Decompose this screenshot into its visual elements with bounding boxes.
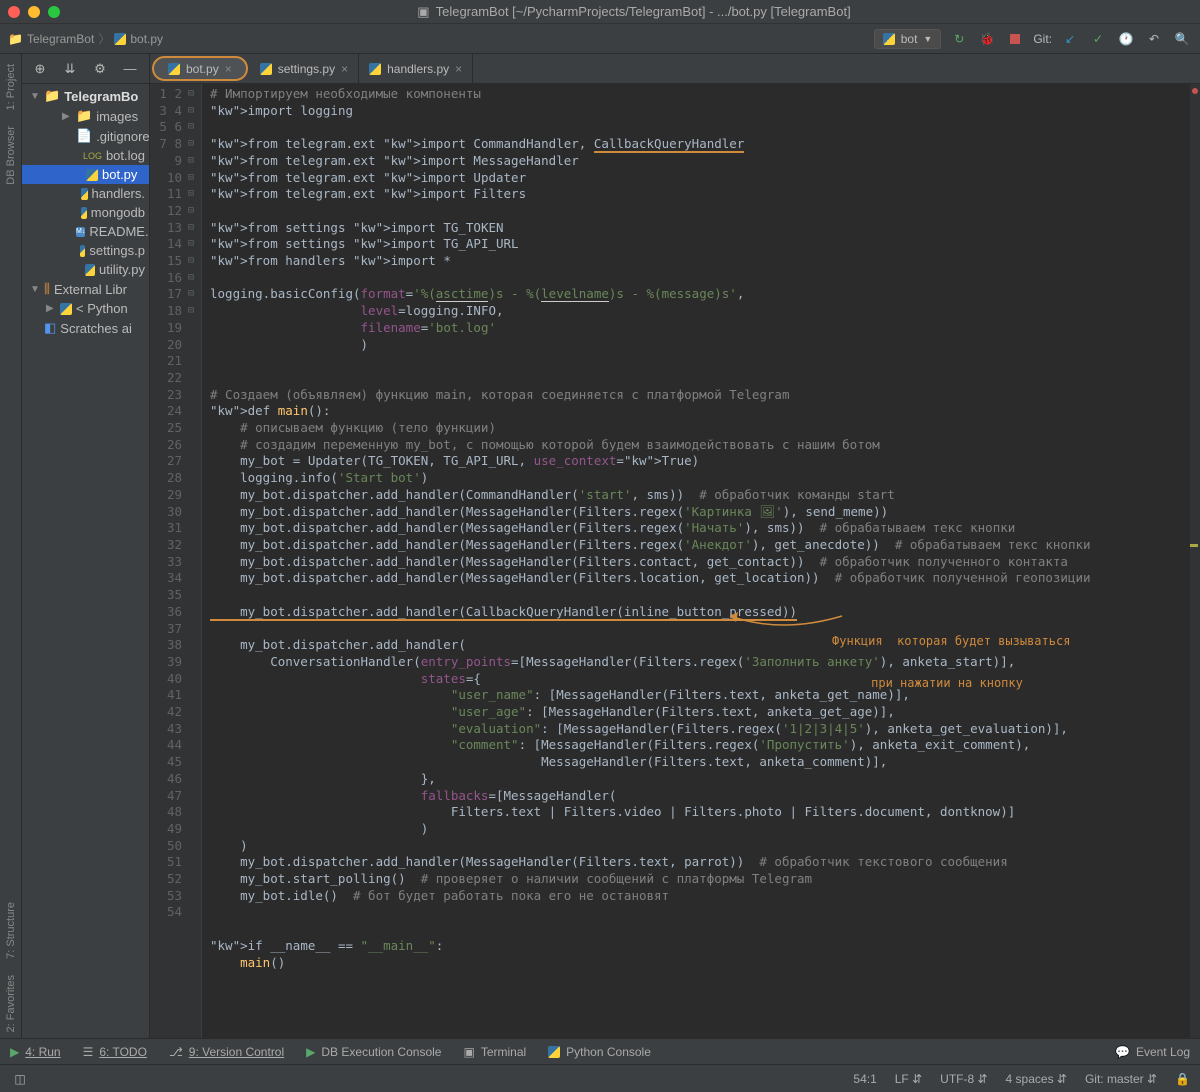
tree-scratches[interactable]: ◧ Scratches ai: [22, 318, 149, 338]
line-number-gutter: 1 2 3 4 5 6 7 8 9 10 11 12 13 14 15 16 1…: [150, 84, 188, 1038]
status-lock-icon[interactable]: 🔒: [1175, 1072, 1190, 1086]
tree-external-libs[interactable]: ▼⫼ External Libr: [22, 279, 149, 299]
tree-item[interactable]: handlers.: [22, 184, 149, 203]
structure-tool-tab[interactable]: 7: Structure: [3, 896, 19, 965]
tool-db[interactable]: ▶DB Execution Console: [306, 1045, 441, 1059]
bottom-tool-bar: ▶4: Run ☰6: TODO ⎇9: Version Control ▶DB…: [0, 1038, 1200, 1064]
editor-tab[interactable]: settings.py×: [250, 54, 359, 83]
tree-python-env[interactable]: ▶ < Python: [22, 299, 149, 318]
tree-toolbar: ⊕ ⇊ ⚙ —: [22, 54, 149, 84]
stop-button[interactable]: [1005, 29, 1025, 49]
vcs-history-button[interactable]: 🕐: [1116, 29, 1136, 49]
db-browser-tool-tab[interactable]: DB Browser: [3, 120, 19, 191]
python-file-icon: [260, 63, 272, 75]
git-label: Git:: [1033, 32, 1052, 46]
status-git-branch[interactable]: Git: master ⇵: [1085, 1072, 1157, 1086]
tool-run[interactable]: ▶4: Run: [10, 1045, 61, 1059]
python-file-icon: [114, 33, 126, 45]
folder-icon: 📁: [8, 32, 23, 46]
close-window-button[interactable]: [8, 6, 20, 18]
tool-vcs[interactable]: ⎇9: Version Control: [169, 1045, 284, 1059]
minimize-window-button[interactable]: [28, 6, 40, 18]
close-tab-icon[interactable]: ×: [341, 62, 348, 76]
navigation-bar: 📁 TelegramBot 〉 bot.py bot ▼ ↻ 🐞 Git: ↙ …: [0, 24, 1200, 54]
editor-area: bot.py×settings.py×handlers.py× 1 2 3 4 …: [150, 54, 1200, 1038]
status-line-separator[interactable]: LF ⇵: [895, 1072, 922, 1086]
editor-tab[interactable]: handlers.py×: [359, 54, 473, 83]
python-file-icon: [369, 63, 381, 75]
error-stripe[interactable]: [1190, 84, 1200, 1038]
debug-button[interactable]: 🐞: [977, 29, 997, 49]
vcs-update-button[interactable]: ↙: [1060, 29, 1080, 49]
tree-content: ▼📁 TelegramBo ▶📁images📄.gitignoreLOGbot.…: [22, 84, 149, 340]
tree-item[interactable]: ▶📁images: [22, 106, 149, 126]
run-button[interactable]: ↻: [949, 29, 969, 49]
vcs-commit-button[interactable]: ✓: [1088, 29, 1108, 49]
breadcrumb-file[interactable]: bot.py: [114, 32, 163, 46]
app-icon: ▣: [417, 4, 429, 20]
project-tree-panel: ⊕ ⇊ ⚙ — ▼📁 TelegramBo ▶📁images📄.gitignor…: [22, 54, 150, 1038]
tool-python-console[interactable]: Python Console: [548, 1045, 651, 1059]
vcs-revert-button[interactable]: ↶: [1144, 29, 1164, 49]
close-tab-icon[interactable]: ×: [225, 62, 232, 76]
window-title: ▣ TelegramBot [~/PycharmProjects/Telegra…: [76, 4, 1192, 20]
tool-terminal[interactable]: ▣Terminal: [463, 1045, 526, 1059]
code-annotation: Функция которая будет вызываться при наж…: [832, 606, 1062, 718]
editor-tabs: bot.py×settings.py×handlers.py×: [150, 54, 1200, 84]
tree-item[interactable]: LOGbot.log: [22, 146, 149, 165]
maximize-window-button[interactable]: [48, 6, 60, 18]
editor-tab[interactable]: bot.py×: [152, 56, 248, 81]
chevron-down-icon: ▼: [923, 34, 932, 44]
close-tab-icon[interactable]: ×: [455, 62, 462, 76]
hide-icon[interactable]: —: [120, 59, 140, 79]
locate-icon[interactable]: ⊕: [30, 59, 50, 79]
settings-icon[interactable]: ⚙: [90, 59, 110, 79]
fold-gutter: ⊟ ⊟ ⊟ ⊟ ⊟ ⊟ ⊟ ⊟ ⊟ ⊟ ⊟ ⊟ ⊟ ⊟: [188, 84, 202, 1038]
python-file-icon: [168, 63, 180, 75]
tree-item[interactable]: mongodb: [22, 203, 149, 222]
window-controls: [8, 6, 60, 18]
status-indent[interactable]: 4 spaces ⇵: [1006, 1072, 1067, 1086]
tree-item[interactable]: M↓README.: [22, 222, 149, 241]
python-icon: [883, 33, 895, 45]
editor-body[interactable]: 1 2 3 4 5 6 7 8 9 10 11 12 13 14 15 16 1…: [150, 84, 1200, 1038]
status-bar: ◫ 54:1 LF ⇵ UTF-8 ⇵ 4 spaces ⇵ Git: mast…: [0, 1064, 1200, 1092]
breadcrumb-separator: 〉: [98, 30, 110, 47]
search-everywhere-button[interactable]: 🔍: [1172, 29, 1192, 49]
left-tool-gutter: 1: Project DB Browser 7: Structure 2: Fa…: [0, 54, 22, 1038]
tool-todo[interactable]: ☰6: TODO: [83, 1045, 147, 1059]
code-editor[interactable]: # Импортируем необходимые компоненты "kw…: [202, 84, 1200, 1038]
run-configuration-selector[interactable]: bot ▼: [874, 29, 942, 49]
tree-root[interactable]: ▼📁 TelegramBo: [22, 86, 149, 106]
tool-event-log[interactable]: 💬Event Log: [1115, 1045, 1190, 1059]
title-bar: ▣ TelegramBot [~/PycharmProjects/Telegra…: [0, 0, 1200, 24]
tree-item[interactable]: 📄.gitignore: [22, 126, 149, 146]
tree-item[interactable]: utility.py: [22, 260, 149, 279]
status-caret-position[interactable]: 54:1: [853, 1072, 876, 1086]
tree-item[interactable]: bot.py: [22, 165, 149, 184]
status-encoding[interactable]: UTF-8 ⇵: [940, 1072, 987, 1086]
breadcrumb: 📁 TelegramBot 〉 bot.py: [8, 30, 163, 47]
project-tool-tab[interactable]: 1: Project: [3, 58, 19, 116]
collapse-icon[interactable]: ⇊: [60, 59, 80, 79]
tree-item[interactable]: settings.p: [22, 241, 149, 260]
favorites-tool-tab[interactable]: 2: Favorites: [3, 969, 19, 1038]
status-windows-icon[interactable]: ◫: [10, 1069, 30, 1089]
breadcrumb-project[interactable]: 📁 TelegramBot: [8, 32, 94, 46]
